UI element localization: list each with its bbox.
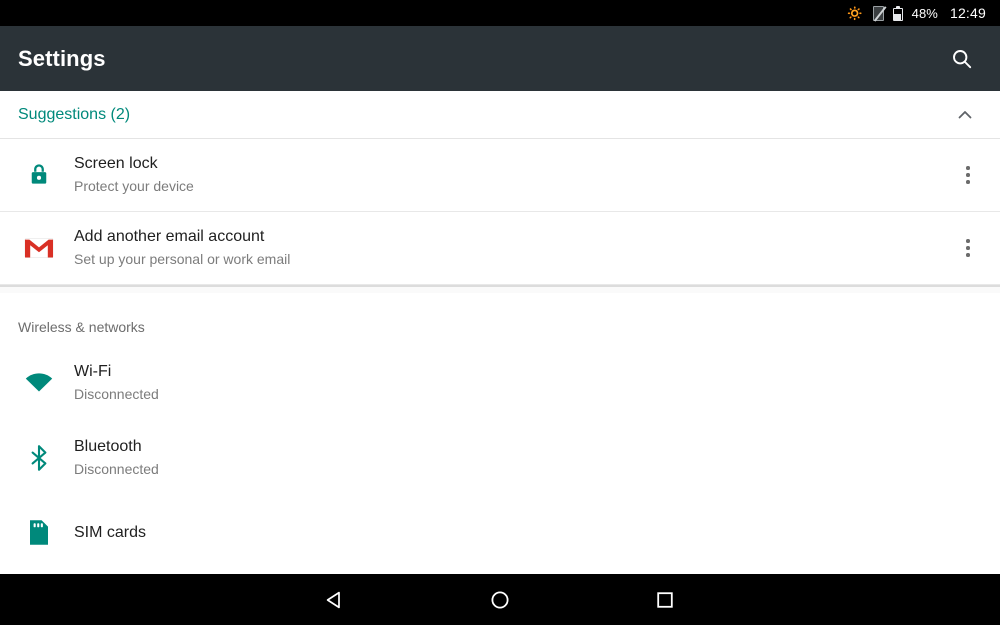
- suggestion-title: Add another email account: [74, 228, 265, 245]
- settings-list: Suggestions (2) Screen lock Protect your…: [0, 91, 1000, 574]
- suggestion-title: Screen lock: [74, 155, 158, 172]
- setting-subtitle: Disconnected: [74, 385, 159, 402]
- setting-title: Bluetooth: [74, 437, 142, 455]
- bluetooth-icon: [16, 444, 62, 472]
- suggestion-text: Add another email account Set up your pe…: [62, 227, 948, 269]
- section-header-wireless-networks: Wireless & networks: [0, 293, 1000, 345]
- page-title: Settings: [18, 45, 106, 71]
- app-bar: Settings: [0, 26, 1000, 91]
- setting-text: Wi-Fi Disconnected: [62, 362, 988, 404]
- lock-icon: [16, 162, 62, 188]
- battery-percent-label: 48%: [911, 5, 938, 21]
- setting-text: Bluetooth Disconnected: [62, 437, 988, 479]
- home-icon[interactable]: [440, 574, 560, 625]
- bluetooth-icon: 🔅: [846, 5, 864, 21]
- setting-item-wifi[interactable]: Wi-Fi Disconnected: [0, 345, 1000, 420]
- setting-subtitle: Disconnected: [74, 460, 159, 477]
- suggestion-subtitle: Protect your device: [74, 178, 194, 194]
- back-icon[interactable]: [275, 574, 395, 625]
- android-settings-screen: 🔅 48% 12:49 Settings Suggestions (2) Scr…: [0, 0, 1000, 625]
- setting-title: Wi-Fi: [74, 362, 112, 380]
- section-label: Wireless & networks: [18, 319, 145, 335]
- gmail-icon: [16, 236, 62, 260]
- search-icon[interactable]: [942, 39, 982, 79]
- no-sim-icon: [872, 5, 886, 21]
- status-bar-clock: 12:49: [949, 5, 986, 21]
- suggestion-subtitle: Set up your personal or work email: [74, 251, 291, 267]
- setting-title: SIM cards: [74, 523, 147, 541]
- setting-item-sim-cards[interactable]: SIM cards: [0, 495, 1000, 570]
- chevron-up-icon[interactable]: [948, 98, 982, 132]
- recents-icon[interactable]: [605, 574, 725, 625]
- suggestions-header[interactable]: Suggestions (2): [0, 91, 1000, 139]
- wifi-icon: [16, 372, 62, 394]
- sim-card-icon: [16, 519, 62, 546]
- setting-item-bluetooth[interactable]: Bluetooth Disconnected: [0, 420, 1000, 495]
- setting-text: SIM cards: [62, 523, 988, 543]
- system-navigation-bar: [0, 574, 1000, 625]
- suggestion-add-email-account[interactable]: Add another email account Set up your pe…: [0, 212, 1000, 285]
- overflow-menu-icon[interactable]: [948, 147, 988, 203]
- suggestions-title: Suggestions (2): [18, 105, 131, 123]
- suggestion-screen-lock[interactable]: Screen lock Protect your device: [0, 139, 1000, 212]
- overflow-menu-icon[interactable]: [948, 220, 988, 276]
- status-bar: 🔅 48% 12:49: [0, 0, 1000, 26]
- suggestion-text: Screen lock Protect your device: [62, 154, 948, 196]
- battery-icon: [892, 5, 903, 21]
